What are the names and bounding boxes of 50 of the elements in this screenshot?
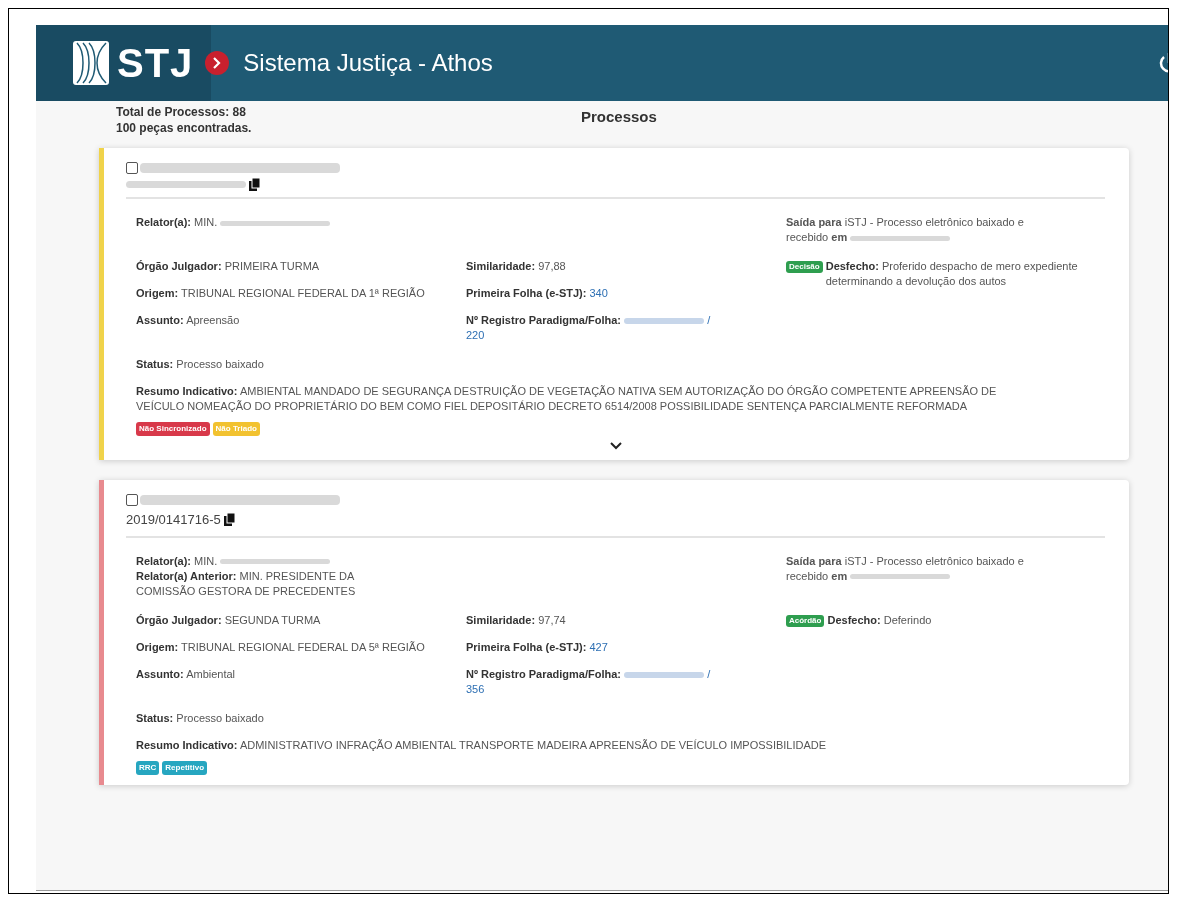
field-text: Status: Processo baixado <box>136 711 264 724</box>
app-title: Sistema Justiça - Athos <box>243 48 493 78</box>
status-tag: Não Sincronizado <box>136 422 210 436</box>
field-text: Saída para iSTJ - Processo eletrônico baixado e recebido em <box>786 216 1024 243</box>
checkbox[interactable] <box>126 162 138 174</box>
field-text: Órgão Julgador: SEGUNDA TURMA <box>136 613 321 626</box>
checkbox[interactable] <box>126 494 138 506</box>
field-text: Assunto: Apreensão <box>136 314 240 326</box>
field-text: Relator(a): MIN. <box>136 554 218 567</box>
total-count: Total de Processos: 88 <box>116 104 247 120</box>
chevron-down-icon[interactable] <box>609 442 622 450</box>
chevron-right-icon[interactable] <box>205 51 230 75</box>
page-link[interactable]: 427 <box>589 640 608 653</box>
process-number: 2019/0141716-5 <box>126 511 221 529</box>
status-tag: Repetitivo <box>162 760 207 775</box>
field-value: / <box>707 667 711 680</box>
field-text: Assunto: Ambiental <box>136 667 236 680</box>
field-value: 97,74 <box>538 613 566 626</box>
outcome-badge: Acórdão <box>786 614 825 627</box>
outcome-badge: Decisão <box>786 261 823 273</box>
field-text: Resumo Indicativo: ADMINISTRATIVO INFRAÇÃO AMBIENTAL TRANSPORTE MADEIRA APREENSÃO DE VEÍCULO IMPOSSIBILIDADE <box>136 738 827 751</box>
found-count: 100 peças encontradas. <box>116 120 253 136</box>
field-label: Similaridade: <box>466 260 536 272</box>
field-text: Resumo Indicativo: AMBIENTAL MANDADO DE SEGURANÇA DESTRUIÇÃO DE VEGETAÇÃO NATIVA SEM AUTORIZAÇÃO DO ÓRGÃO COMPETENTE APREENSÃO DE VEÍCULO NOMEAÇÃO DO PROPRIETÁRIO DO BEM COMO FIEL DEPOSITÁRIO DECRETO 6514/2008 POSSIBILIDADE SENTENÇA PARCIALMENTE REFORMADA <box>136 385 997 412</box>
field-value: 97,88 <box>538 260 566 272</box>
field-text: Órgão Julgador: PRIMEIRA TURMA <box>136 260 320 272</box>
field-text: Desfecho: Deferindo <box>827 612 932 628</box>
field-text: Relator(a) Anterior: MIN. PRESIDENTE DA COMISSÃO GESTORA DE PRECEDENTES <box>136 569 356 597</box>
field-text: Origem: TRIBUNAL REGIONAL FEDERAL DA 1ª REGIÃO <box>136 287 425 299</box>
copy-icon[interactable] <box>223 513 236 527</box>
field-value: / <box>707 314 711 326</box>
field-text: Saída para iSTJ - Processo eletrônico baixado e recebido em <box>786 554 1024 582</box>
logo-icon <box>73 41 109 85</box>
field-text: Origem: TRIBUNAL REGIONAL FEDERAL DA 5ª REGIÃO <box>136 640 425 653</box>
field-text: Status: Processo baixado <box>136 358 264 370</box>
field-label: Similaridade: <box>466 613 536 626</box>
field-text: Relator(a): MIN. <box>136 216 218 228</box>
page-link[interactable]: 340 <box>589 287 608 299</box>
status-tag: Não Triado <box>212 422 260 436</box>
field-label: Nº Registro Paradigma/Folha: <box>466 667 621 680</box>
field-label: Nº Registro Paradigma/Folha: <box>466 314 621 326</box>
page-link[interactable]: 220 <box>466 329 485 341</box>
field-label: Primeira Folha (e-STJ): <box>466 640 587 653</box>
page-link[interactable]: 356 <box>466 682 485 695</box>
logo-text: STJ <box>117 40 194 87</box>
field-label: Primeira Folha (e-STJ): <box>466 287 587 299</box>
status-tag: RRC <box>136 760 160 775</box>
copy-icon[interactable] <box>249 178 261 191</box>
page-heading: Processos <box>581 107 657 127</box>
field-text: Desfecho: Proferido despacho de mero expediente determinando a devolução dos autos <box>825 259 1079 289</box>
